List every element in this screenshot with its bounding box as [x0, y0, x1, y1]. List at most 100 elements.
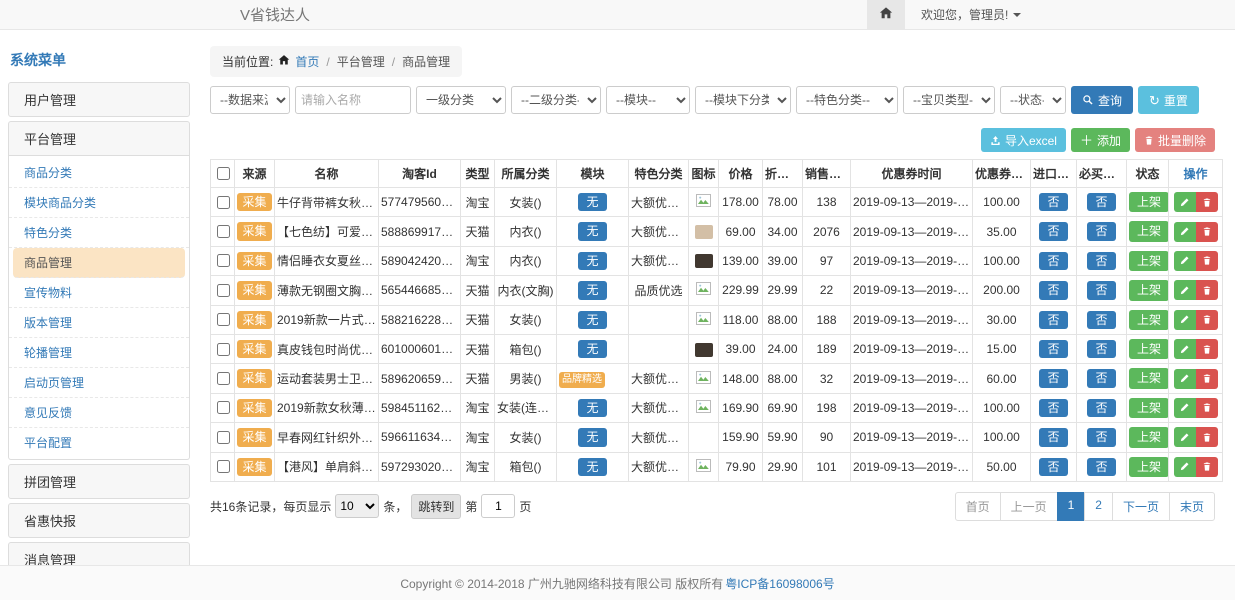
must-buy-toggle[interactable]: 否 — [1087, 369, 1115, 387]
user-menu[interactable]: 欢迎您，管理员! — [921, 6, 1021, 23]
edit-button[interactable] — [1174, 222, 1196, 242]
import-select-toggle[interactable]: 否 — [1039, 340, 1067, 358]
delete-button[interactable] — [1196, 192, 1218, 212]
delete-button[interactable] — [1196, 222, 1218, 242]
row-checkbox[interactable] — [217, 313, 230, 326]
must-buy-toggle[interactable]: 否 — [1087, 458, 1115, 476]
must-buy-toggle[interactable]: 否 — [1087, 428, 1115, 446]
sidebar-group[interactable]: 拼团管理 — [8, 464, 190, 499]
home-button[interactable] — [867, 0, 905, 30]
delete-button[interactable] — [1196, 280, 1218, 300]
reset-button[interactable]: ↻ 重置 — [1138, 86, 1199, 114]
sidebar-item[interactable]: 宣传物料 — [9, 278, 189, 308]
import-select-toggle[interactable]: 否 — [1039, 458, 1067, 476]
icp-link[interactable]: 粤ICP备16098006号 — [725, 575, 834, 592]
module-select[interactable]: --模块-- — [606, 86, 690, 114]
status-on-shelf-button[interactable]: 上架 — [1129, 221, 1169, 241]
module-subcategory-select[interactable]: --模块下分类-- — [695, 86, 791, 114]
must-buy-toggle[interactable]: 否 — [1087, 222, 1115, 240]
import-select-toggle[interactable]: 否 — [1039, 369, 1067, 387]
import-select-toggle[interactable]: 否 — [1039, 222, 1067, 240]
jump-button[interactable]: 跳转到 — [411, 494, 461, 519]
level1-category-select[interactable]: 一级分类 — [416, 86, 506, 114]
sidebar-item[interactable]: 轮播管理 — [9, 338, 189, 368]
sidebar-group[interactable]: 用户管理 — [8, 82, 190, 117]
delete-button[interactable] — [1196, 369, 1218, 389]
edit-button[interactable] — [1174, 339, 1196, 359]
sidebar-item[interactable]: 意见反馈 — [9, 398, 189, 428]
level2-category-select[interactable]: --二级分类-- — [511, 86, 601, 114]
import-select-toggle[interactable]: 否 — [1039, 252, 1067, 270]
import-select-toggle[interactable]: 否 — [1039, 399, 1067, 417]
status-on-shelf-button[interactable]: 上架 — [1129, 192, 1169, 212]
sidebar-group[interactable]: 省惠快报 — [8, 503, 190, 538]
import-select-toggle[interactable]: 否 — [1039, 281, 1067, 299]
row-checkbox[interactable] — [217, 401, 230, 414]
edit-button[interactable] — [1174, 369, 1196, 389]
search-button[interactable]: 查询 — [1071, 86, 1133, 114]
sidebar-item[interactable]: 平台配置 — [9, 428, 189, 457]
row-checkbox[interactable] — [217, 460, 230, 473]
row-checkbox[interactable] — [217, 372, 230, 385]
edit-button[interactable] — [1174, 457, 1196, 477]
page-last[interactable]: 末页 — [1169, 492, 1215, 521]
per-page-select[interactable]: 10 — [335, 494, 379, 518]
delete-button[interactable] — [1196, 457, 1218, 477]
delete-button[interactable] — [1196, 427, 1218, 447]
must-buy-toggle[interactable]: 否 — [1087, 311, 1115, 329]
sidebar-item[interactable]: 模块商品分类 — [9, 188, 189, 218]
name-input[interactable] — [295, 86, 411, 114]
status-on-shelf-button[interactable]: 上架 — [1129, 398, 1169, 418]
page-number[interactable]: 2 — [1084, 492, 1113, 521]
edit-button[interactable] — [1174, 251, 1196, 271]
page-number-input[interactable] — [481, 494, 515, 518]
status-on-shelf-button[interactable]: 上架 — [1129, 280, 1169, 300]
import-excel-button[interactable]: 导入excel — [981, 128, 1066, 152]
status-on-shelf-button[interactable]: 上架 — [1129, 427, 1169, 447]
status-on-shelf-button[interactable]: 上架 — [1129, 251, 1169, 271]
status-on-shelf-button[interactable]: 上架 — [1129, 310, 1169, 330]
data-source-select[interactable]: --数据来源-- — [210, 86, 290, 114]
sidebar-item[interactable]: 商品分类 — [9, 158, 189, 188]
import-select-toggle[interactable]: 否 — [1039, 193, 1067, 211]
must-buy-toggle[interactable]: 否 — [1087, 281, 1115, 299]
must-buy-toggle[interactable]: 否 — [1087, 399, 1115, 417]
row-checkbox[interactable] — [217, 225, 230, 238]
import-select-toggle[interactable]: 否 — [1039, 311, 1067, 329]
must-buy-toggle[interactable]: 否 — [1087, 340, 1115, 358]
edit-button[interactable] — [1174, 192, 1196, 212]
page-first[interactable]: 首页 — [955, 492, 1001, 521]
delete-button[interactable] — [1196, 251, 1218, 271]
page-next[interactable]: 下一页 — [1112, 492, 1170, 521]
row-checkbox[interactable] — [217, 196, 230, 209]
page-prev[interactable]: 上一页 — [1000, 492, 1058, 521]
sidebar-item[interactable]: 版本管理 — [9, 308, 189, 338]
breadcrumb-home-link[interactable]: 首页 — [295, 53, 319, 70]
import-select-toggle[interactable]: 否 — [1039, 428, 1067, 446]
edit-button[interactable] — [1174, 310, 1196, 330]
sidebar-group[interactable]: 平台管理 — [8, 121, 190, 156]
sidebar-item[interactable]: 特色分类 — [9, 218, 189, 248]
status-on-shelf-button[interactable]: 上架 — [1129, 339, 1169, 359]
status-on-shelf-button[interactable]: 上架 — [1129, 368, 1169, 388]
row-checkbox[interactable] — [217, 343, 230, 356]
status-on-shelf-button[interactable]: 上架 — [1129, 457, 1169, 477]
batch-delete-button[interactable]: 批量删除 — [1135, 128, 1215, 152]
edit-button[interactable] — [1174, 280, 1196, 300]
row-checkbox[interactable] — [217, 254, 230, 267]
status-select[interactable]: --状态-- — [1000, 86, 1066, 114]
row-checkbox[interactable] — [217, 431, 230, 444]
delete-button[interactable] — [1196, 398, 1218, 418]
must-buy-toggle[interactable]: 否 — [1087, 193, 1115, 211]
feature-category-select[interactable]: --特色分类-- — [796, 86, 898, 114]
row-checkbox[interactable] — [217, 284, 230, 297]
must-buy-toggle[interactable]: 否 — [1087, 252, 1115, 270]
add-button[interactable]: ＋ 添加 — [1071, 128, 1130, 152]
sidebar-item[interactable]: 启动页管理 — [9, 368, 189, 398]
page-number[interactable]: 1 — [1057, 492, 1086, 521]
edit-button[interactable] — [1174, 398, 1196, 418]
item-type-select[interactable]: --宝贝类型-- — [903, 86, 995, 114]
sidebar-item[interactable]: 商品管理 — [13, 248, 185, 278]
delete-button[interactable] — [1196, 339, 1218, 359]
select-all-checkbox[interactable] — [217, 167, 230, 180]
